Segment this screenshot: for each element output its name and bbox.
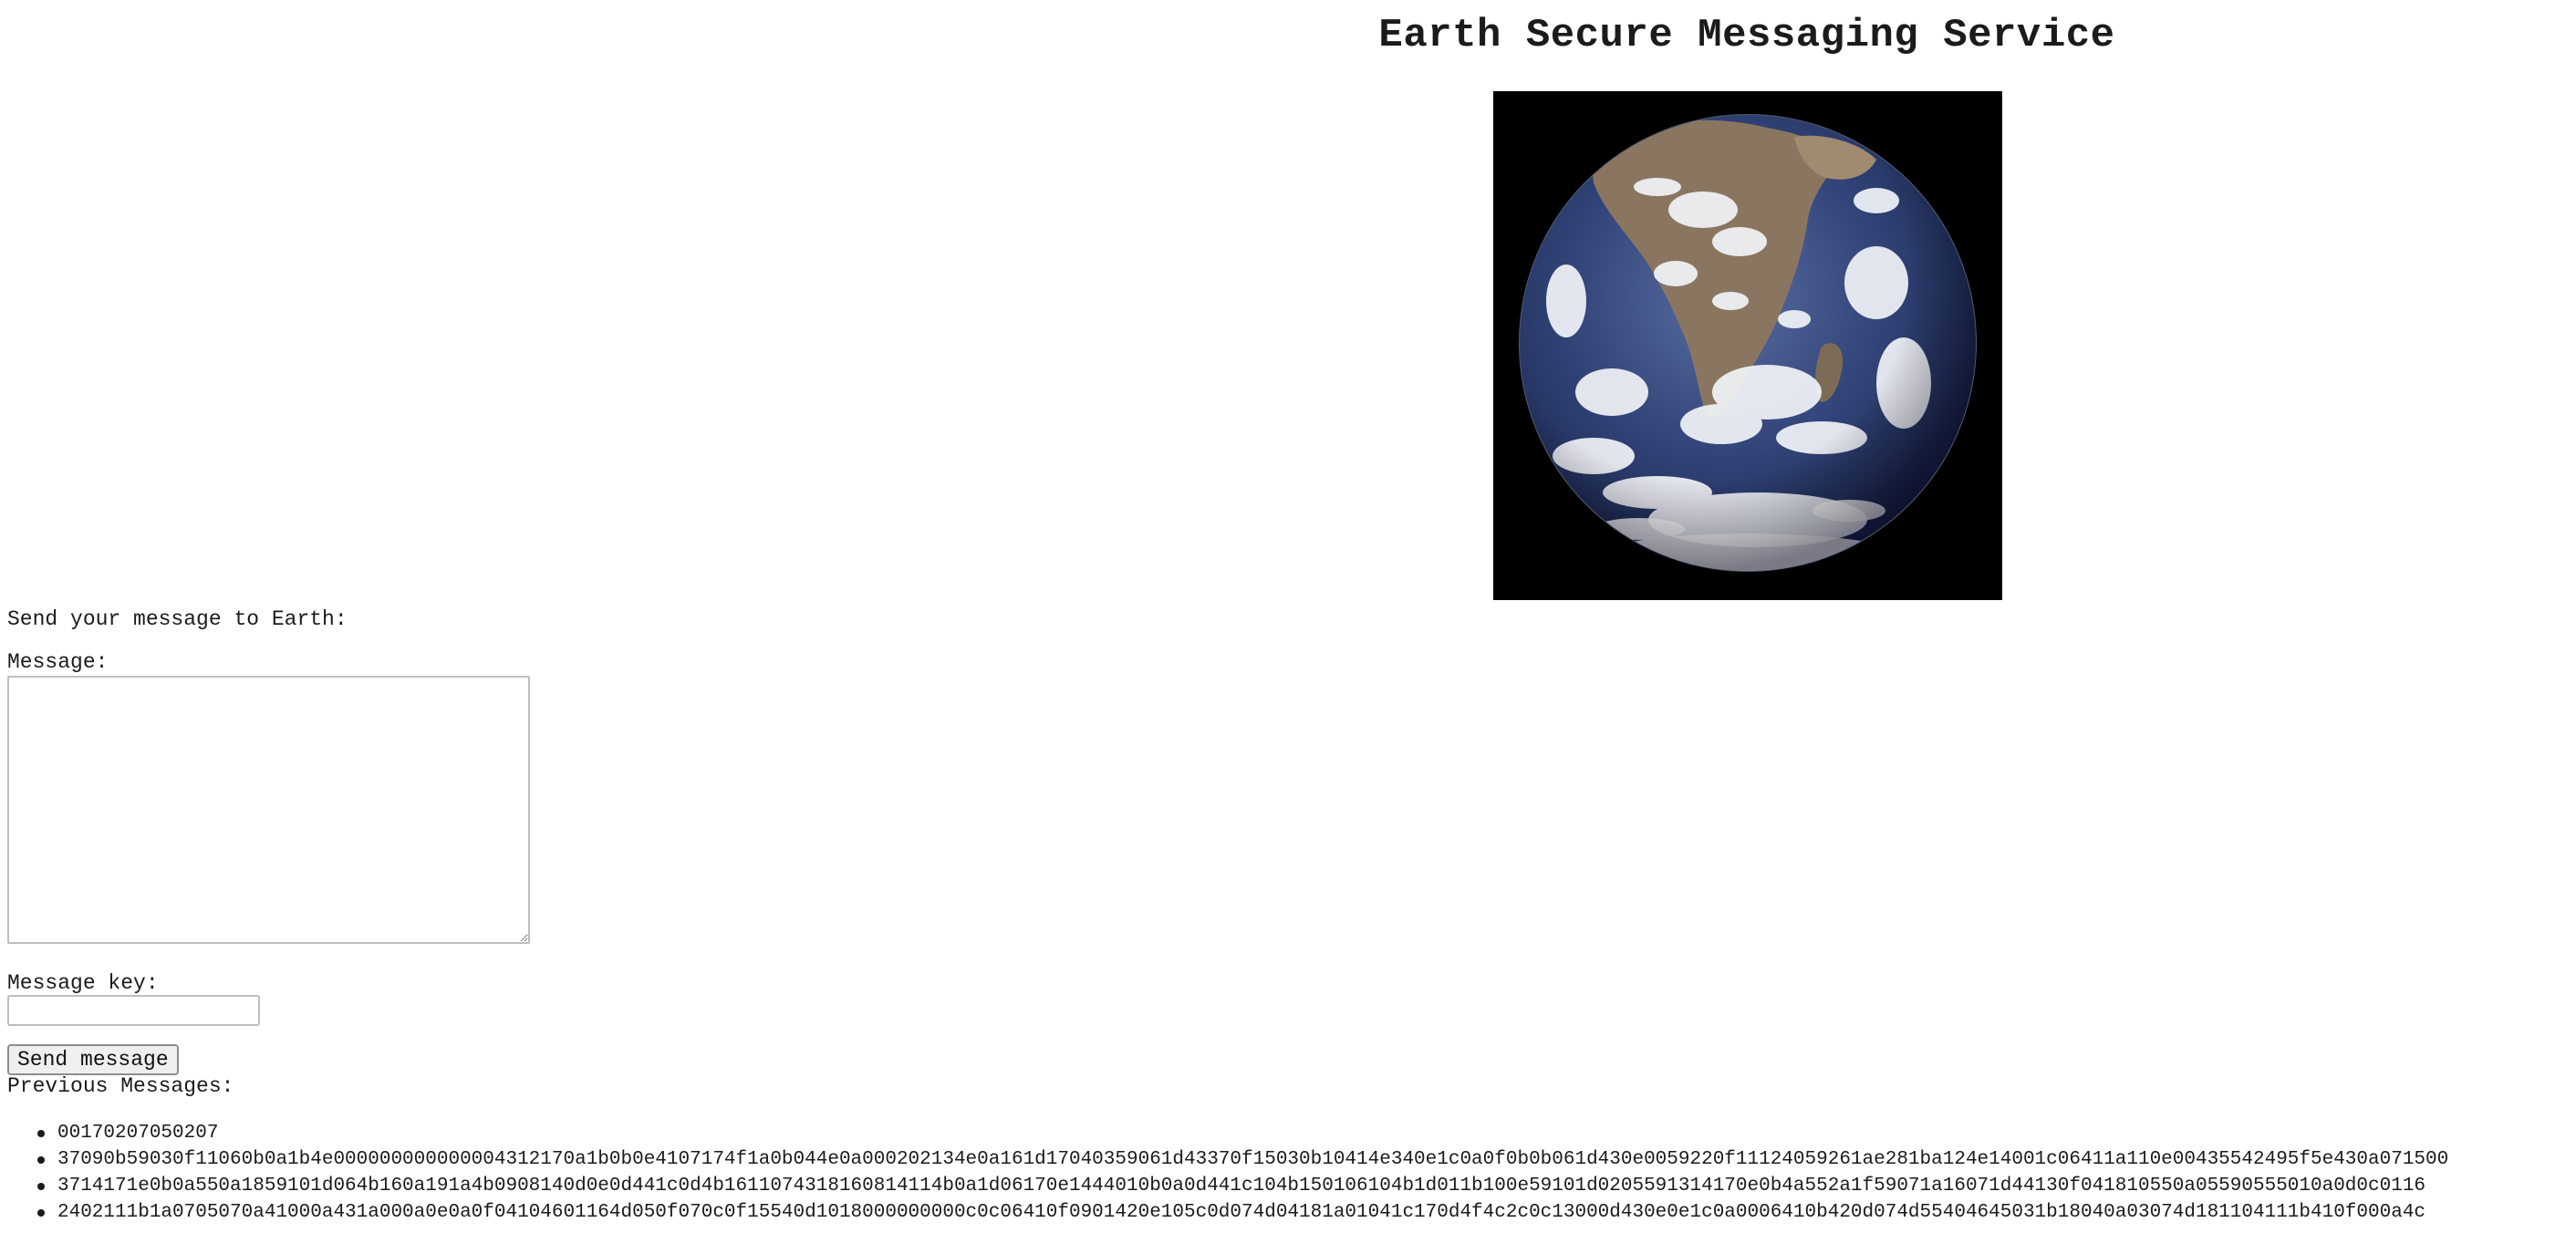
list-item: 3714171e0b0a550a1859101d064b160a191a4b09… (37, 1173, 2576, 1199)
earth-image (1493, 91, 2002, 600)
message-key-label: Message key: (7, 971, 159, 995)
message-key-input[interactable] (7, 995, 260, 1026)
previous-messages-heading: Previous Messages: (7, 1074, 234, 1098)
form-intro: Send your message to Earth: (7, 607, 348, 631)
previous-message-text: 00170207050207 (57, 1123, 219, 1144)
previous-message-text: 3714171e0b0a550a1859101d064b160a191a4b09… (57, 1176, 2426, 1197)
message-textarea[interactable] (7, 676, 530, 944)
list-item: 2402111b1a0705070a41000a431a000a0e0a0f04… (37, 1199, 2576, 1226)
list-item: 00170207050207 (37, 1120, 2576, 1146)
list-item: 37090b59030f11060b0a1b4e0000000000000043… (37, 1146, 2576, 1173)
previous-message-text: 37090b59030f11060b0a1b4e0000000000000043… (57, 1149, 2449, 1170)
send-message-button[interactable]: Send message (7, 1044, 179, 1075)
page-title: Earth Secure Messaging Service (1378, 13, 2115, 58)
previous-messages-list: 00170207050207 37090b59030f11060b0a1b4e0… (0, 1120, 2576, 1226)
message-label: Message: (7, 650, 109, 674)
previous-message-text: 2402111b1a0705070a41000a431a000a0e0a0f04… (57, 1202, 2426, 1223)
